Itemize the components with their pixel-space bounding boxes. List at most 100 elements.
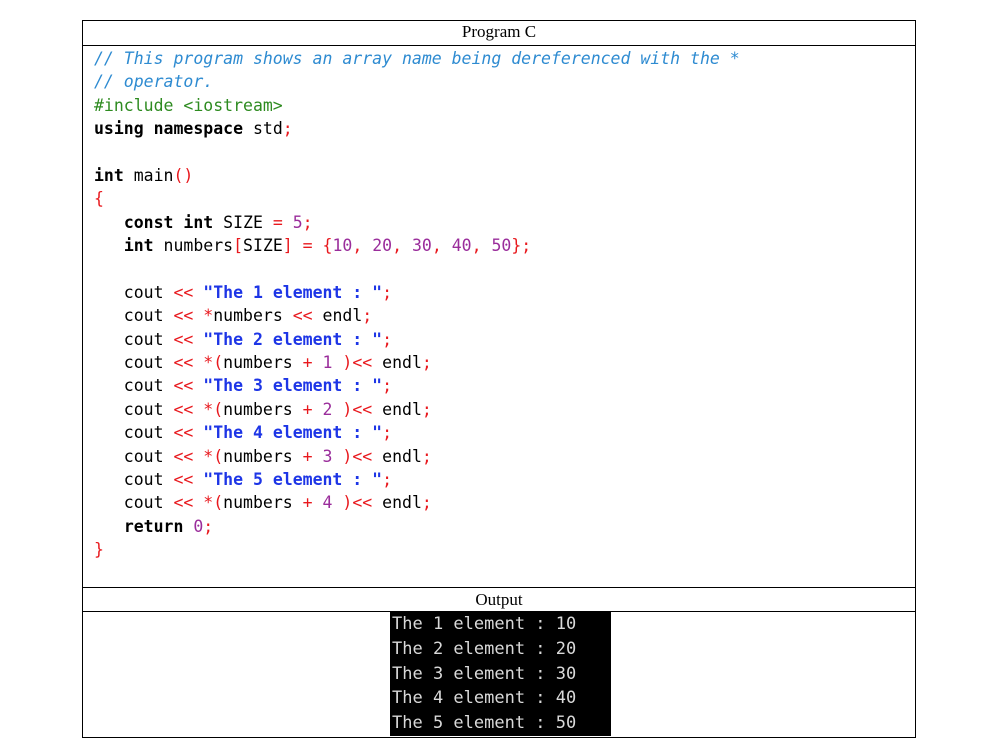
code-token: *( [203,399,224,419]
code-token: // operator. [94,72,214,92]
code-token: cout [94,329,174,349]
code-token: int [183,212,214,232]
code-token: ; [421,353,432,373]
code-line: // operator. [94,70,740,93]
code-token: "The 2 element : " [203,329,383,349]
code-token: ; [203,516,214,536]
code-token: ; [421,493,432,513]
console-line: The 5 element : 50 [392,713,577,734]
code-token: "The 1 element : " [203,282,383,302]
code-token: 3 [322,446,333,466]
code-token: << [173,446,194,466]
program-title: Program C [461,22,537,41]
code-token: << [173,470,194,490]
code-token: numbers [153,236,234,256]
code-line: int main() [94,164,740,187]
console-line: The 1 element : 10 [392,614,577,634]
code-line: int numbers[SIZE] = {10, 20, 30, 40, 50}… [94,234,740,257]
code-token: SIZE [243,236,283,256]
code-token: 4 [322,493,333,513]
code-token: *( [203,493,224,513]
code-token: cout [94,493,174,513]
code-token: endl [312,306,363,326]
code-token: , [431,236,442,256]
code-line: } [94,538,740,561]
code-token: endl [372,353,422,373]
code-token: int [94,165,124,185]
code-token: }; [511,236,532,256]
title-divider [83,45,915,46]
code-token: * [203,306,214,326]
code-token: "The 4 element : " [203,423,383,443]
code-token: const [123,212,174,232]
code-token: << [173,493,194,513]
code-token: )<< [342,353,373,373]
code-token: + [302,493,313,513]
output-title: Output [475,590,523,609]
output-top-divider [83,587,915,588]
code-token: SIZE [213,212,273,232]
code-token: cout [94,446,174,466]
code-token: int [123,236,154,256]
code-line: cout << *(numbers + 3 )<< endl; [94,445,740,468]
code-token: 5 [292,212,303,232]
code-token: ; [382,376,393,396]
code-token: cout [94,399,174,419]
code-token: 0 [193,516,204,536]
code-token: + [302,446,313,466]
console-output: The 1 element : 10 The 2 element : 20 The … [390,612,611,736]
code-token: 20 [372,236,393,256]
code-token: std [243,119,283,139]
code-token: 40 [451,236,472,256]
code-token: { [322,236,333,256]
code-token: << [173,423,194,443]
code-token: ; [421,399,432,419]
code-token: cout [94,470,174,490]
code-token: 30 [411,236,432,256]
code-token: << [173,329,194,349]
code-token: return [123,516,184,536]
code-token: ; [302,212,313,232]
code-token: using [94,119,144,139]
code-line: return 0; [94,515,740,538]
code-token: numbers [223,446,303,466]
code-token: } [94,540,104,560]
code-token: , [471,236,482,256]
program-table: Program C // This program shows an array… [82,20,916,738]
code-token: ] [282,236,293,256]
code-token: << [292,306,313,326]
code-token: ; [382,282,393,302]
code-line: const int SIZE = 5; [94,211,740,234]
code-line: cout << "The 4 element : "; [94,421,740,444]
code-line: cout << "The 1 element : "; [94,281,740,304]
console-line: The 2 element : 20 [392,638,577,659]
code-line: cout << *(numbers + 1 )<< endl; [94,351,740,374]
code-token: , [392,236,403,256]
code-token: // This program shows an array name bein… [94,49,740,68]
code-line: cout << *(numbers + 4 )<< endl; [94,491,740,514]
code-token: cout [94,353,174,373]
